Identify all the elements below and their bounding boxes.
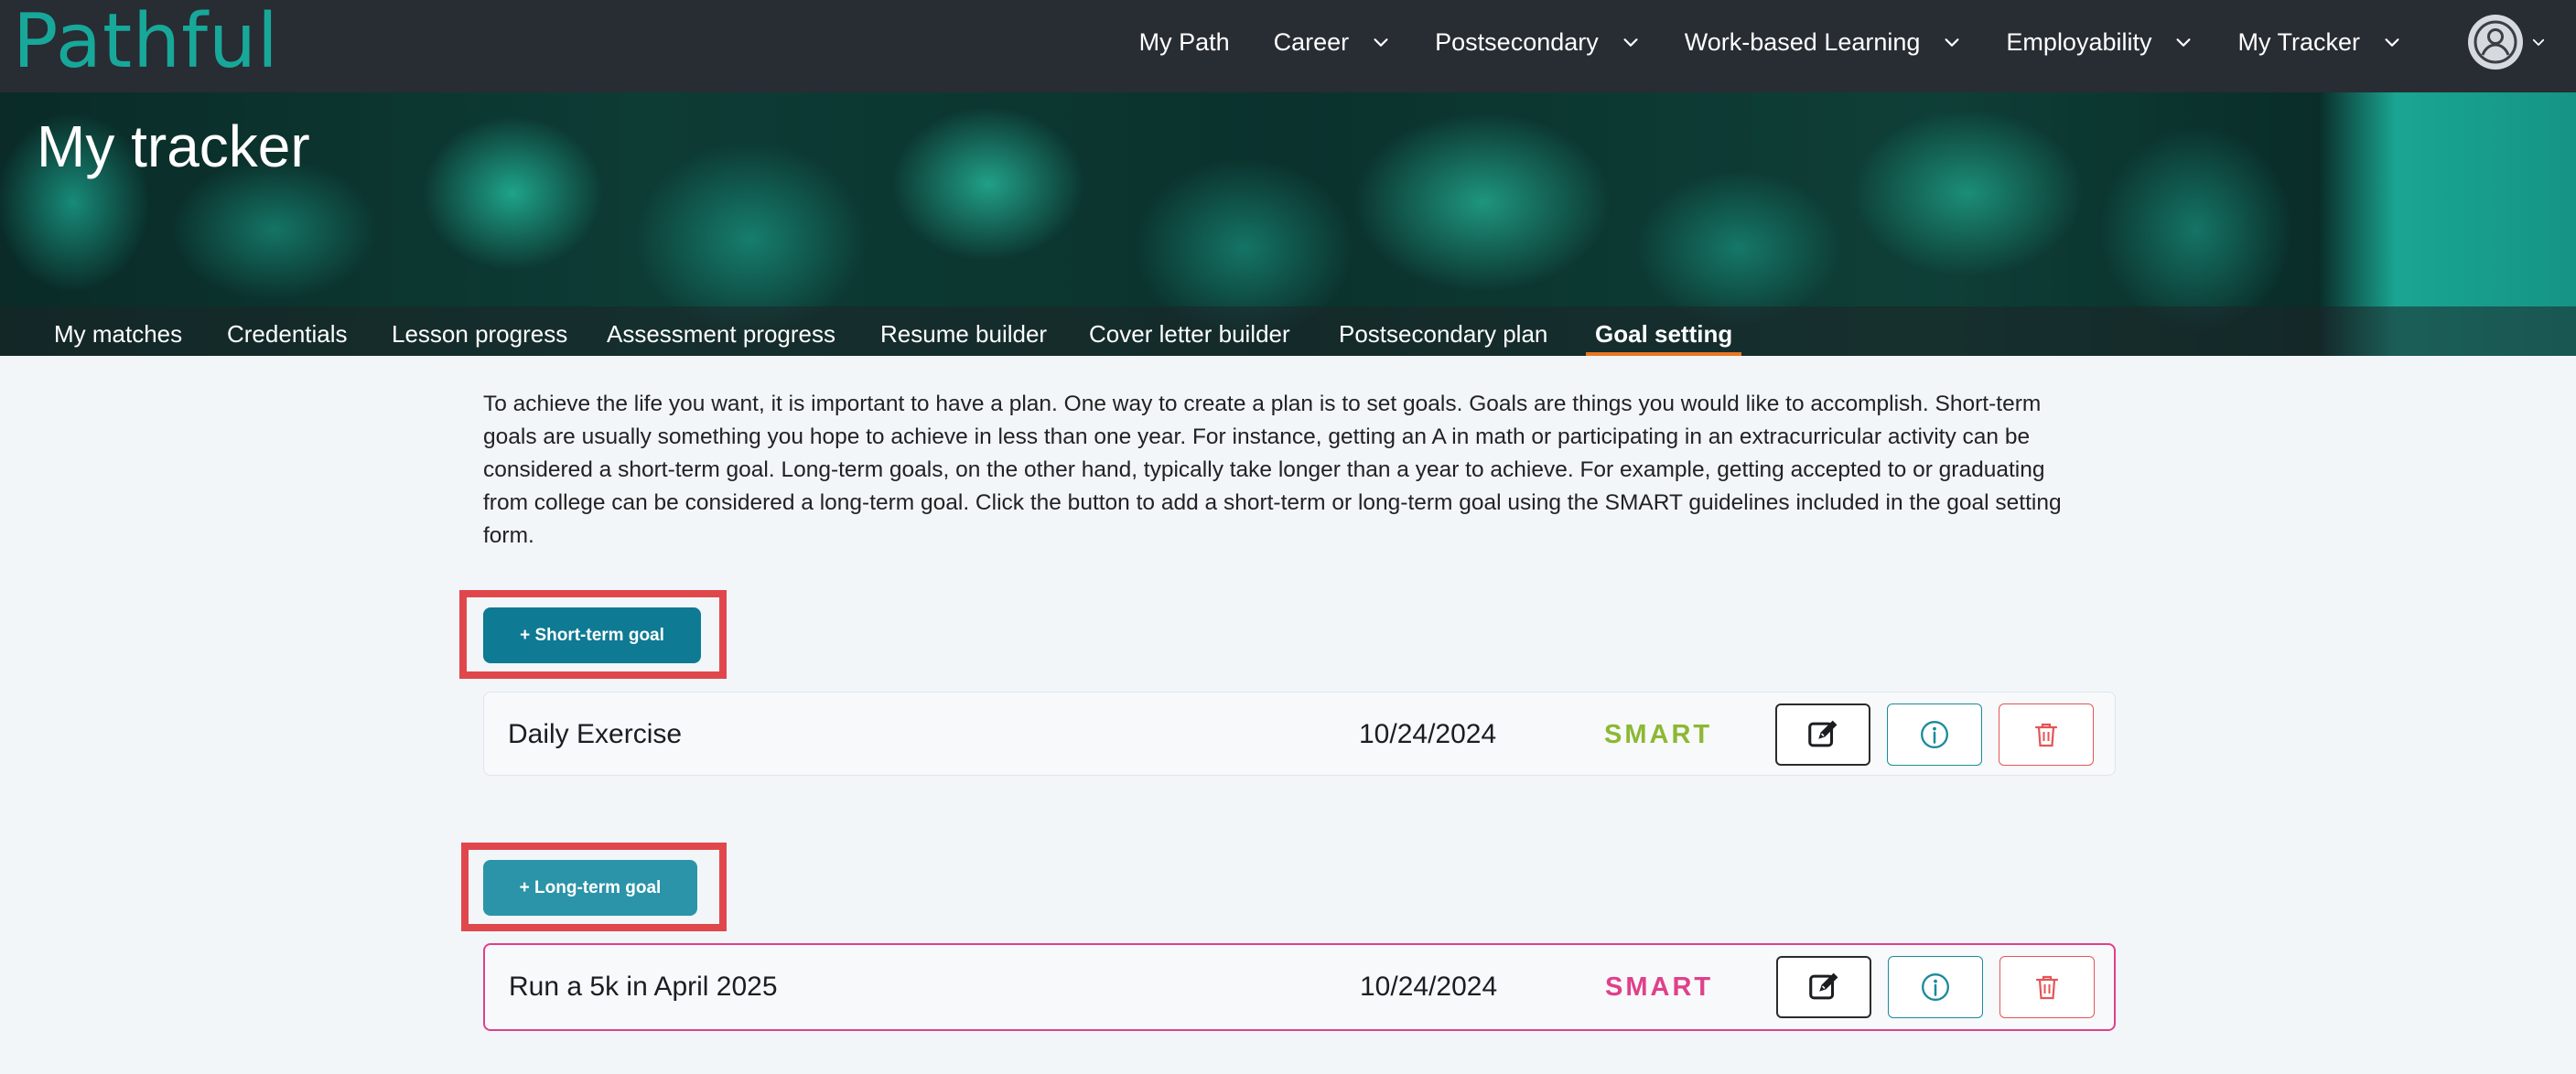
page-title: My tracker (37, 113, 310, 179)
chevron-down-icon (1945, 38, 1959, 47)
user-menu[interactable] (2468, 15, 2547, 70)
add-short-term-goal-button[interactable]: + Short-term goal (483, 607, 701, 663)
edit-goal-button[interactable] (1776, 956, 1871, 1018)
smart-badge: SMART (1605, 972, 1714, 1002)
tab-credentials[interactable]: Credentials (227, 306, 348, 356)
tracker-subnav: My matches Credentials Lesson progress A… (0, 306, 2576, 356)
tab-cover-letter-builder[interactable]: Cover letter builder (1089, 306, 1290, 356)
chevron-down-icon (2176, 38, 2192, 47)
tab-resume-builder[interactable]: Resume builder (880, 306, 1047, 356)
top-navigation-bar: Pathful My Path Career Postsecondary Wor… (0, 0, 2576, 92)
trash-icon (2034, 723, 2058, 747)
smart-badge: SMART (1604, 720, 1713, 749)
nav-item-postsecondary[interactable]: Postsecondary (1435, 28, 1641, 57)
nav-item-career[interactable]: Career (1274, 28, 1392, 57)
info-icon (1922, 973, 1949, 1001)
add-long-term-goal-button[interactable]: + Long-term goal (483, 860, 697, 916)
goal-name: Run a 5k in April 2025 (509, 972, 778, 1002)
nav-item-my-tracker[interactable]: My Tracker (2237, 28, 2402, 57)
nav-item-my-path[interactable]: My Path (1139, 28, 1230, 57)
chevron-down-icon (2532, 38, 2545, 46)
goal-name: Daily Exercise (508, 719, 683, 749)
pathful-logo[interactable]: Pathful (13, 0, 279, 88)
tab-lesson-progress[interactable]: Lesson progress (392, 306, 567, 356)
nav-item-label: Postsecondary (1435, 27, 1599, 56)
delete-goal-button[interactable] (1999, 956, 2095, 1018)
nav-item-label: My Path (1138, 27, 1230, 56)
nav-item-employability[interactable]: Employability (2006, 28, 2193, 57)
goal-date: 10/24/2024 (1359, 719, 1497, 749)
logo-text: Pathful (13, 0, 279, 85)
chevron-down-icon (2385, 38, 2399, 47)
short-term-goal-row: Daily Exercise 10/24/2024 SMART (483, 692, 2116, 776)
chevron-down-icon (1623, 38, 1638, 47)
main-nav: My Path Career Postsecondary Work-based … (1095, 0, 2402, 84)
goal-info-button[interactable] (1888, 956, 1983, 1018)
delete-goal-button[interactable] (1999, 703, 2094, 766)
nav-item-label: Employability (2006, 27, 2152, 56)
info-icon (1921, 721, 1948, 748)
nav-item-label: Career (1273, 27, 1350, 56)
tab-postsecondary-plan[interactable]: Postsecondary plan (1339, 306, 1547, 356)
nav-item-label: Work-based Learning (1684, 27, 1921, 56)
long-term-goal-row: Run a 5k in April 2025 10/24/2024 SMART (483, 943, 2116, 1031)
tab-my-matches[interactable]: My matches (54, 306, 182, 356)
trash-icon (2035, 975, 2059, 1000)
tab-goal-setting[interactable]: Goal setting (1585, 306, 1742, 356)
chevron-down-icon (1374, 38, 1388, 47)
edit-icon (1809, 972, 1838, 1000)
edit-goal-button[interactable] (1775, 703, 1870, 766)
nav-item-label: My Tracker (2237, 27, 2360, 56)
goal-date: 10/24/2024 (1360, 972, 1498, 1002)
tab-assessment-progress[interactable]: Assessment progress (607, 306, 835, 356)
goal-info-button[interactable] (1887, 703, 1982, 766)
page-hero: My tracker My matches Credentials Lesson… (0, 92, 2576, 356)
edit-icon (1808, 720, 1838, 747)
user-circle-icon (2468, 15, 2523, 70)
nav-item-work-based-learning[interactable]: Work-based Learning (1685, 28, 1963, 57)
goal-setting-intro: To achieve the life you want, it is impo… (483, 392, 2062, 548)
